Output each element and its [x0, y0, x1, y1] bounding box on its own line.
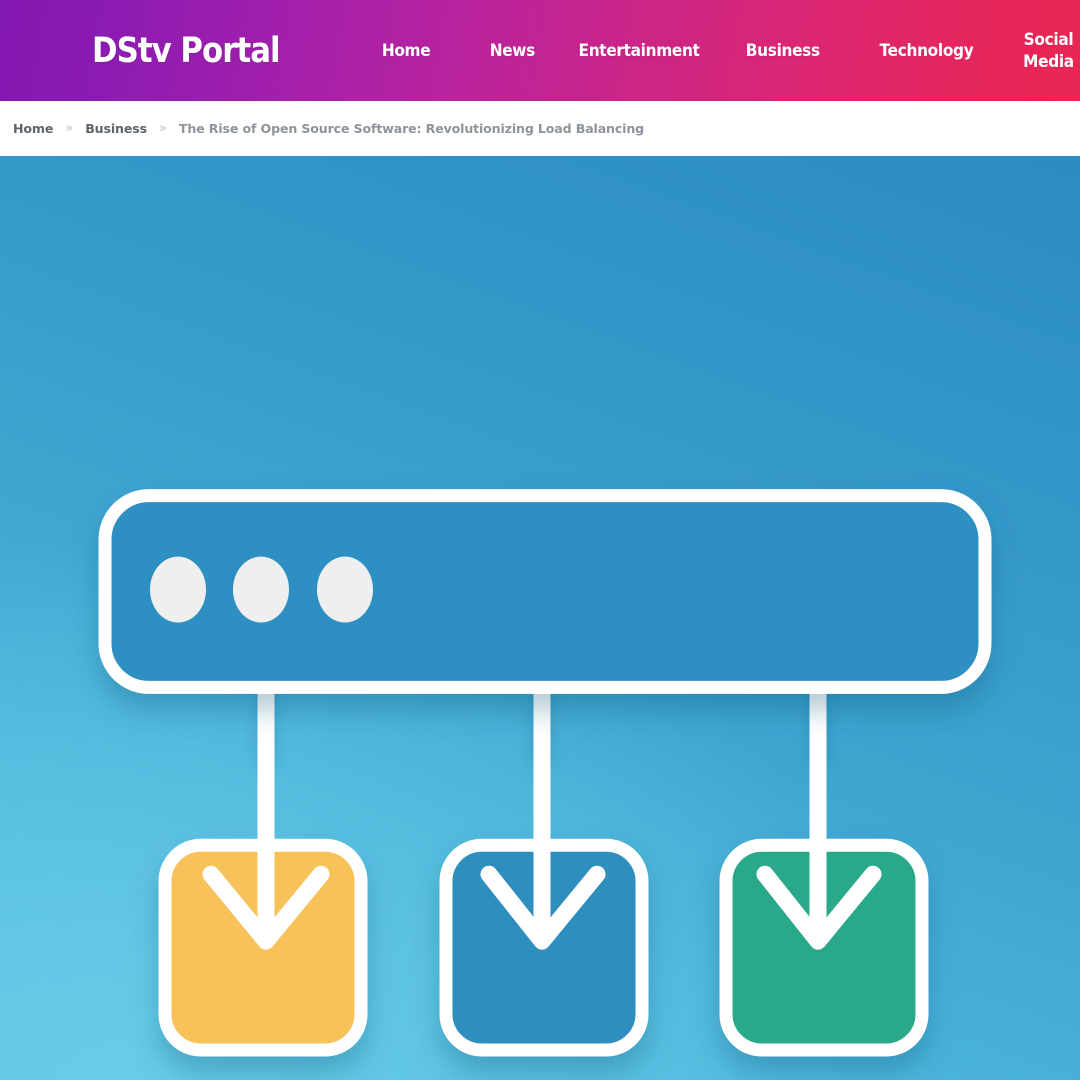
- breadcrumb: Home » Business » The Rise of Open Sourc…: [0, 101, 1080, 156]
- nav-label-business: Business: [746, 41, 821, 60]
- breadcrumb-item-business[interactable]: Business: [85, 121, 147, 136]
- article-hero-image: [0, 156, 1080, 1080]
- nav-label-technology: Technology: [879, 41, 974, 60]
- backend-node-3: [719, 742, 929, 1057]
- nav-label-entertainment: Entertainment: [578, 41, 700, 60]
- status-dot-icon: [150, 556, 206, 623]
- breadcrumb-item-current: The Rise of Open Source Software: Revolu…: [178, 120, 645, 136]
- nav-item-business[interactable]: Business: [713, 0, 853, 101]
- breadcrumb-separator: »: [65, 120, 74, 136]
- backend-node-2: [439, 742, 649, 1057]
- main-navigation: Home News Entertainment Business Technol…: [352, 0, 1080, 101]
- page-root: DStv Portal Home News Entertainment Busi…: [0, 0, 1080, 1080]
- status-dot-icon: [233, 556, 289, 623]
- nav-item-home[interactable]: Home: [352, 0, 460, 101]
- nav-item-social-media[interactable]: Social Media: [1000, 0, 1080, 101]
- breadcrumb-item-home[interactable]: Home: [13, 121, 53, 136]
- status-dot-icon: [317, 556, 373, 623]
- backend-node-1: [158, 742, 368, 1057]
- load-balancer-node: [98, 489, 992, 694]
- nav-label-social-media: Social Media: [1023, 29, 1075, 71]
- nav-label-home: Home: [381, 41, 431, 60]
- nav-item-technology[interactable]: Technology: [853, 0, 1000, 101]
- breadcrumb-separator: »: [158, 120, 167, 136]
- nav-item-entertainment[interactable]: Entertainment: [565, 0, 713, 101]
- site-header: DStv Portal Home News Entertainment Busi…: [0, 0, 1080, 101]
- load-balancing-diagram: [98, 489, 992, 1057]
- site-logo[interactable]: DStv Portal: [92, 31, 281, 71]
- nav-item-news[interactable]: News: [460, 0, 565, 101]
- nav-label-news: News: [490, 41, 536, 60]
